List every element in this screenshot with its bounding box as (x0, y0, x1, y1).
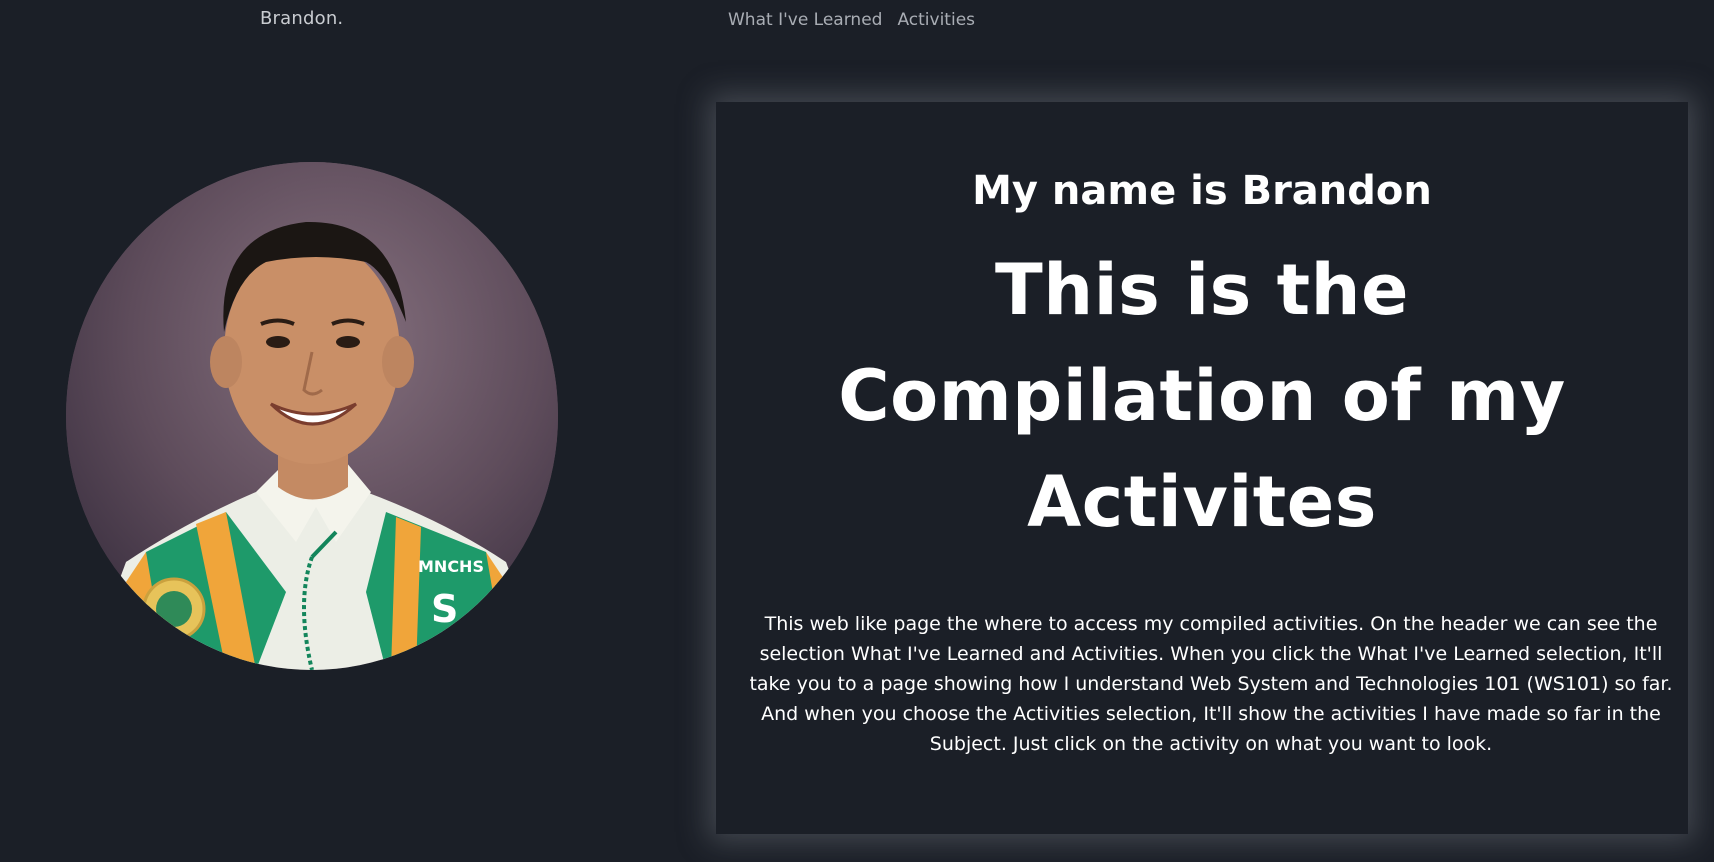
intro-subtitle: My name is Brandon (972, 168, 1432, 214)
profile-photo: MNCHS S (66, 162, 558, 670)
intro-headline: This is the Compilation of my Activites (838, 249, 1566, 543)
brand-logo[interactable]: Brandon. (260, 8, 343, 29)
sash-text: MNCHS (418, 557, 484, 576)
sash-letter: S (431, 587, 458, 631)
nav-link-activities[interactable]: Activities (897, 10, 975, 30)
main-nav: What I've Learned Activities (728, 10, 975, 30)
nav-link-what-ive-learned[interactable]: What I've Learned (728, 10, 882, 30)
intro-description: This web like page the where to access m… (749, 613, 1673, 755)
page: Brandon. What I've Learned Activities MN… (0, 0, 1714, 862)
intro-card: My name is Brandon This is the Compilati… (716, 102, 1688, 834)
